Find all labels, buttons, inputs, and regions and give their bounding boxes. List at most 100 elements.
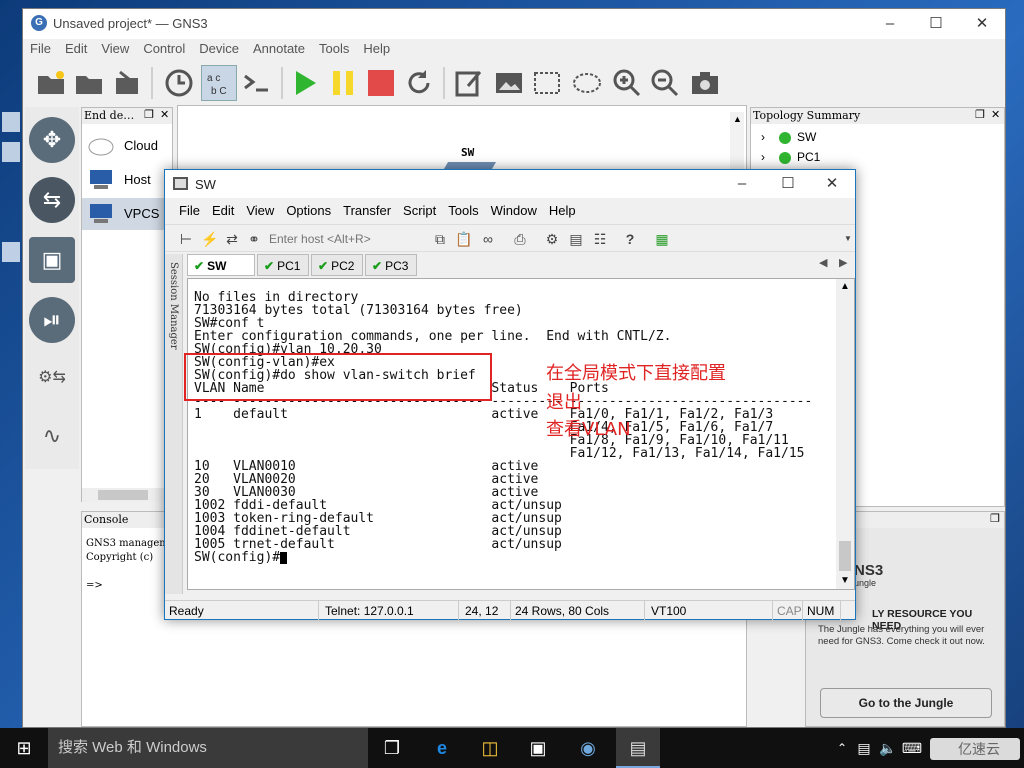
securecrt-taskbar-button[interactable]: ▤ — [616, 728, 660, 768]
menu-tools[interactable]: Tools — [312, 39, 356, 59]
copy-icon[interactable]: ⧉ — [431, 230, 449, 248]
crt-menu-help[interactable]: Help — [543, 200, 582, 222]
desktop-icon[interactable] — [2, 242, 20, 262]
zoom-out-icon[interactable] — [647, 65, 683, 101]
crt-maximize-button[interactable]: ☐ — [765, 170, 811, 198]
terminal-vertical-scrollbar[interactable]: ▲ ▼ — [836, 279, 854, 589]
crt-menu-view[interactable]: View — [240, 200, 280, 222]
store-bag-icon[interactable]: ▣ — [526, 736, 550, 760]
find-binoculars-icon[interactable]: ∞ — [479, 230, 497, 248]
global-options-icon[interactable]: ▤ — [567, 230, 585, 248]
panel-float-icon[interactable]: ❐ — [990, 512, 1000, 525]
topology-node-sw[interactable]: › SW — [761, 130, 816, 144]
zoom-in-icon[interactable] — [609, 65, 645, 101]
tab-pc3[interactable]: ✔ PC3 — [365, 254, 417, 276]
keyboard-icon[interactable]: ⌨ — [900, 736, 924, 760]
insert-picture-icon[interactable] — [491, 65, 527, 101]
paste-clipboard-icon[interactable]: 📋 — [455, 230, 473, 248]
sftp-icon[interactable]: ▦ — [653, 230, 671, 248]
close-button[interactable]: ✕ — [959, 9, 1005, 39]
taskbar-search-box[interactable]: 搜索 Web 和 Windows — [48, 728, 368, 768]
gns3-taskbar-icon[interactable]: ◉ — [576, 736, 600, 760]
tab-pc2[interactable]: ✔ PC2 — [311, 254, 363, 276]
browse-all-devices-icon[interactable]: ⚙⇆ — [29, 355, 75, 401]
browse-switches-icon[interactable]: ⇆ — [29, 177, 75, 223]
console-all-icon[interactable] — [239, 65, 275, 101]
go-to-jungle-button[interactable]: Go to the Jungle — [820, 688, 992, 718]
menu-control[interactable]: Control — [136, 39, 192, 59]
crt-menu-transfer[interactable]: Transfer — [337, 200, 397, 222]
scrollbar-thumb[interactable] — [839, 541, 851, 571]
network-icon[interactable]: ▤ — [852, 736, 876, 760]
new-project-icon[interactable] — [33, 65, 69, 101]
device-host[interactable]: Host — [82, 164, 172, 196]
tray-up-chevron-icon[interactable]: ⌃ — [830, 736, 854, 760]
edge-browser-icon[interactable]: e — [430, 736, 454, 760]
crt-menu-window[interactable]: Window — [485, 200, 543, 222]
file-explorer-icon[interactable]: ◫ — [478, 736, 502, 760]
menu-edit[interactable]: Edit — [58, 39, 94, 59]
expand-chevron-icon[interactable]: › — [761, 150, 765, 164]
open-project-icon[interactable] — [71, 65, 107, 101]
menu-device[interactable]: Device — [192, 39, 246, 59]
terminal-area[interactable]: No files in directory 71303164 bytes tota… — [187, 278, 855, 590]
tab-sw[interactable]: ✔SWx — [187, 254, 255, 295]
draw-rectangle-icon[interactable] — [529, 65, 565, 101]
panel-float-icon[interactable]: ❐ — [975, 108, 985, 121]
keymap-icon[interactable]: ☷ — [591, 230, 609, 248]
quick-connect-bolt-icon[interactable]: ⚡ — [201, 230, 219, 248]
suspend-all-icon[interactable] — [325, 65, 361, 101]
toolbar-overflow-icon[interactable]: ▼ — [839, 230, 857, 248]
stop-all-icon[interactable] — [363, 65, 399, 101]
help-icon[interactable]: ? — [621, 230, 639, 248]
menu-help[interactable]: Help — [356, 39, 397, 59]
start-all-icon[interactable] — [287, 65, 323, 101]
draw-ellipse-icon[interactable] — [569, 65, 605, 101]
task-view-icon[interactable]: ❐ — [380, 736, 404, 760]
screenshot-camera-icon[interactable] — [687, 65, 723, 101]
settings-gear-icon[interactable]: ⚙ — [543, 230, 561, 248]
devices-horizontal-scrollbar[interactable] — [82, 488, 172, 502]
crt-minimize-button[interactable]: – — [719, 170, 765, 198]
show-interface-labels-icon[interactable]: a c b C — [201, 65, 237, 101]
console-prompt[interactable]: => — [86, 580, 103, 591]
tab-scroll-right-icon[interactable]: ▶ — [839, 256, 847, 269]
browse-routers-icon[interactable]: ✥ — [29, 117, 75, 163]
crt-menu-edit[interactable]: Edit — [206, 200, 240, 222]
disconnect-link-icon[interactable]: ⚭ — [245, 230, 263, 248]
menu-view[interactable]: View — [94, 39, 136, 59]
browse-end-devices-icon[interactable]: ▣ — [29, 237, 75, 283]
panel-float-icon[interactable]: ❐ — [144, 108, 154, 121]
crt-menu-options[interactable]: Options — [280, 200, 337, 222]
snapshot-clock-icon[interactable] — [161, 65, 197, 101]
reload-all-icon[interactable] — [401, 65, 437, 101]
device-cloud[interactable]: Cloud — [82, 130, 172, 162]
print-icon[interactable]: ⎙ — [511, 230, 529, 248]
expand-chevron-icon[interactable]: › — [761, 130, 765, 144]
topology-node-pc1[interactable]: › PC1 — [761, 150, 820, 164]
volume-muted-icon[interactable]: 🔈 — [876, 736, 900, 760]
session-manager-tab[interactable]: Session Manager — [165, 254, 183, 594]
add-note-icon[interactable] — [451, 65, 487, 101]
crt-close-button[interactable]: ✕ — [809, 170, 855, 198]
maximize-button[interactable]: ☐ — [913, 9, 959, 39]
desktop-icon[interactable] — [2, 142, 20, 162]
crt-menu-tools[interactable]: Tools — [442, 200, 484, 222]
menu-file[interactable]: File — [23, 39, 58, 59]
connect-tree-icon[interactable]: ⊢ — [177, 230, 195, 248]
save-project-icon[interactable] — [109, 65, 145, 101]
crt-menu-script[interactable]: Script — [397, 200, 442, 222]
crt-menu-file[interactable]: File — [173, 200, 206, 222]
add-link-icon[interactable]: ∿ — [29, 413, 75, 459]
device-vpcs[interactable]: VPCS — [82, 198, 172, 230]
tab-scroll-left-icon[interactable]: ◀ — [819, 256, 827, 269]
reconnect-icon[interactable]: ⇄ — [223, 230, 241, 248]
windows-start-icon[interactable]: ⊞ — [12, 736, 36, 760]
minimize-button[interactable]: – — [867, 9, 913, 39]
desktop-icon[interactable] — [2, 112, 20, 132]
panel-close-icon[interactable]: ✕ — [991, 108, 1000, 121]
browse-security-devices-icon[interactable]: ⏯ — [29, 297, 75, 343]
enter-host-input[interactable] — [269, 229, 419, 249]
menu-annotate[interactable]: Annotate — [246, 39, 312, 59]
panel-close-icon[interactable]: ✕ — [160, 108, 169, 121]
